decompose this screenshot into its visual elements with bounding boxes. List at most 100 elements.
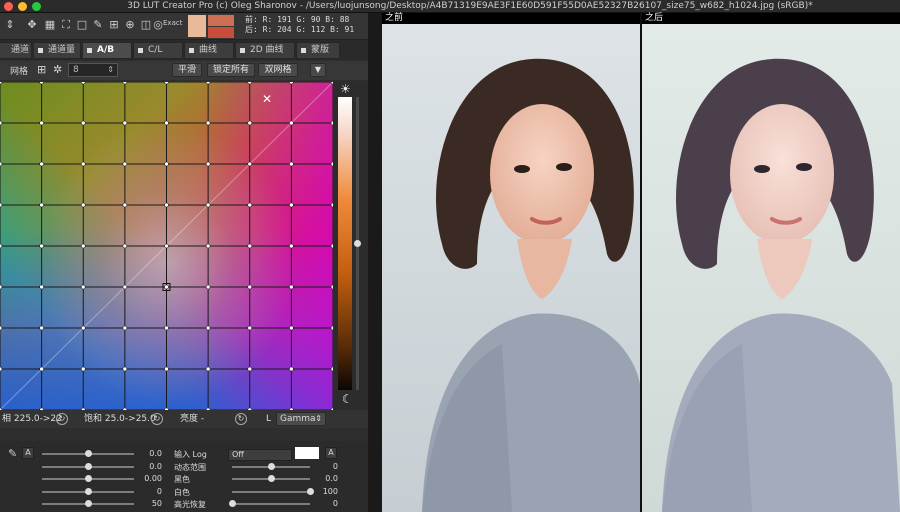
grid-node[interactable] [122,284,128,290]
grid-node[interactable] [247,366,253,372]
grid-node[interactable] [164,243,169,249]
grid-node[interactable] [122,161,128,167]
grid-node[interactable] [164,202,169,208]
gamma-select[interactable]: Gamma ⇕ [276,412,326,426]
grid-node[interactable] [0,325,3,331]
grid-node[interactable] [164,161,169,167]
grid-node[interactable] [0,82,3,85]
slider-track[interactable] [232,490,310,493]
before-color-swatch[interactable] [188,15,206,37]
grid-size-field[interactable]: 8 ⇕ [68,63,118,77]
reset-saturation-icon[interactable]: ↻ [151,413,163,425]
grid-node[interactable] [39,120,44,126]
grid-icon[interactable]: ▦ [42,17,58,33]
grid-node[interactable] [39,366,44,372]
double-grid-button[interactable]: 双网格 [258,63,298,77]
grid-node[interactable] [164,82,169,85]
lightness-thumb[interactable] [354,240,361,247]
moon-icon[interactable]: ☾ [342,392,353,406]
grid-node[interactable] [0,284,3,290]
lightness-gradient[interactable] [338,97,352,390]
sun-icon[interactable]: ☀ [340,82,351,96]
slider-thumb[interactable] [229,500,236,507]
log-select[interactable]: Off [228,449,292,461]
grid-node[interactable] [205,202,211,208]
grid-node[interactable] [39,202,44,208]
grid-node[interactable] [0,161,3,167]
grid-node[interactable] [205,161,211,167]
grid-node[interactable] [122,202,128,208]
after-color-swatch-top[interactable] [208,15,234,26]
tab-curves[interactable]: 曲线 [184,42,234,59]
slider-thumb[interactable] [85,475,92,482]
grid-node[interactable] [247,82,253,85]
grid-node[interactable] [80,366,86,372]
grid-node[interactable] [80,202,86,208]
eyedropper-icon[interactable]: ✎ [90,17,106,33]
slider-thumb[interactable] [85,500,92,507]
grid-node[interactable] [0,202,3,208]
grid-node[interactable] [205,82,211,85]
grid-node[interactable] [289,366,294,372]
crop-icon[interactable]: ⛶ [58,17,74,33]
grid-node[interactable] [122,325,128,331]
grid-node[interactable] [289,284,294,290]
slider-thumb[interactable] [85,487,92,495]
grid-node[interactable] [247,161,253,167]
reset-lightness-icon[interactable]: ↻ [235,413,247,425]
ab-color-grid[interactable]: ✕ [0,82,333,410]
tab-2d-curves[interactable]: 2D 曲线 [235,42,295,59]
grid-node[interactable] [205,325,211,331]
slider-thumb[interactable] [268,475,275,482]
tab-ab[interactable]: A/B [82,42,132,59]
tab-channel-mix[interactable]: 通道量 [33,42,81,59]
grid-node[interactable] [247,243,253,249]
grid-node[interactable] [122,366,128,372]
a-button[interactable]: A [22,447,34,459]
grid-node[interactable] [164,366,169,372]
smooth-button[interactable]: 平滑 [172,63,202,77]
grid-node[interactable] [80,325,86,331]
grid-node[interactable] [0,366,3,372]
grid-node[interactable] [80,120,86,126]
grid-node[interactable] [0,243,3,249]
grid-node[interactable] [205,120,211,126]
grid-node[interactable] [247,284,253,290]
zoom-icon[interactable]: ⊕ [122,17,138,33]
square-select-icon[interactable]: □ [74,17,90,33]
grid-node[interactable] [164,325,169,331]
tab-channels[interactable]: 通道 [0,42,32,59]
slider-thumb[interactable] [85,462,92,470]
grid-node[interactable] [289,243,294,249]
a-button-right[interactable]: A [325,447,337,459]
hex-grid-icon[interactable]: ✲ [53,63,62,76]
close-marker-icon[interactable]: ✕ [262,92,272,106]
grid-node[interactable] [247,325,253,331]
grid-node[interactable] [289,325,294,331]
dropdown-arrow-icon[interactable]: ▼ [310,63,326,77]
slider-track[interactable] [232,503,310,505]
grid-node[interactable] [205,284,211,290]
grid-node[interactable] [80,161,86,167]
after-preview-image[interactable] [642,24,900,512]
grid-node[interactable] [80,243,86,249]
move-icon[interactable]: ✥ [24,17,40,33]
grid-node[interactable] [122,120,128,126]
grid-node[interactable] [122,243,128,249]
grid-node[interactable] [289,82,294,85]
grid-node[interactable] [39,161,44,167]
grid-node[interactable] [289,161,294,167]
exact-toggle[interactable]: Exact [163,19,182,27]
grid-node[interactable] [247,120,253,126]
grid-node[interactable] [39,325,44,331]
grid-node[interactable] [39,243,44,249]
grid-node[interactable] [205,366,211,372]
grid-node[interactable] [289,120,294,126]
grid-node[interactable] [164,120,169,126]
lock-all-button[interactable]: 锁定所有 [207,63,255,77]
grid-node[interactable] [289,202,294,208]
slider-thumb[interactable] [85,450,92,457]
transform-icon[interactable]: ⊞ [106,17,122,33]
before-preview-image[interactable] [382,24,640,512]
reset-hue-icon[interactable]: ↻ [56,413,68,425]
